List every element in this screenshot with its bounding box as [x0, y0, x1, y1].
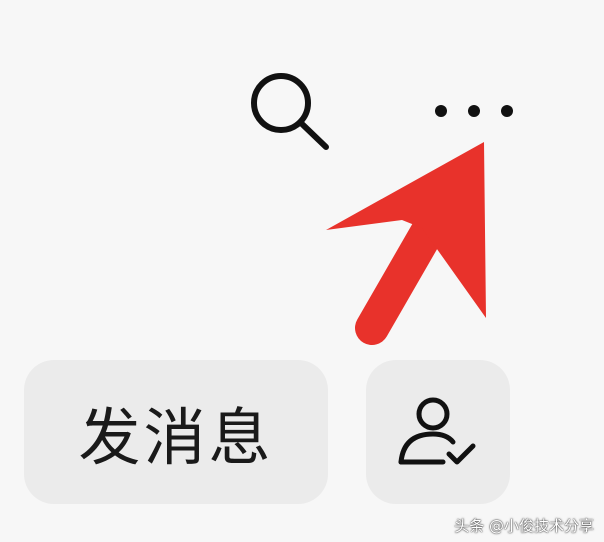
- follow-status-button[interactable]: [366, 360, 510, 504]
- watermark: 头条 @小俊技术分享: [454, 517, 594, 535]
- more-dots-icon: [435, 105, 513, 117]
- send-message-button[interactable]: 发消息: [24, 360, 328, 504]
- search-button[interactable]: [246, 68, 338, 154]
- more-button[interactable]: [428, 96, 520, 126]
- search-icon: [251, 73, 329, 150]
- user-check-icon: [398, 397, 476, 465]
- send-message-label: 发消息: [78, 401, 274, 474]
